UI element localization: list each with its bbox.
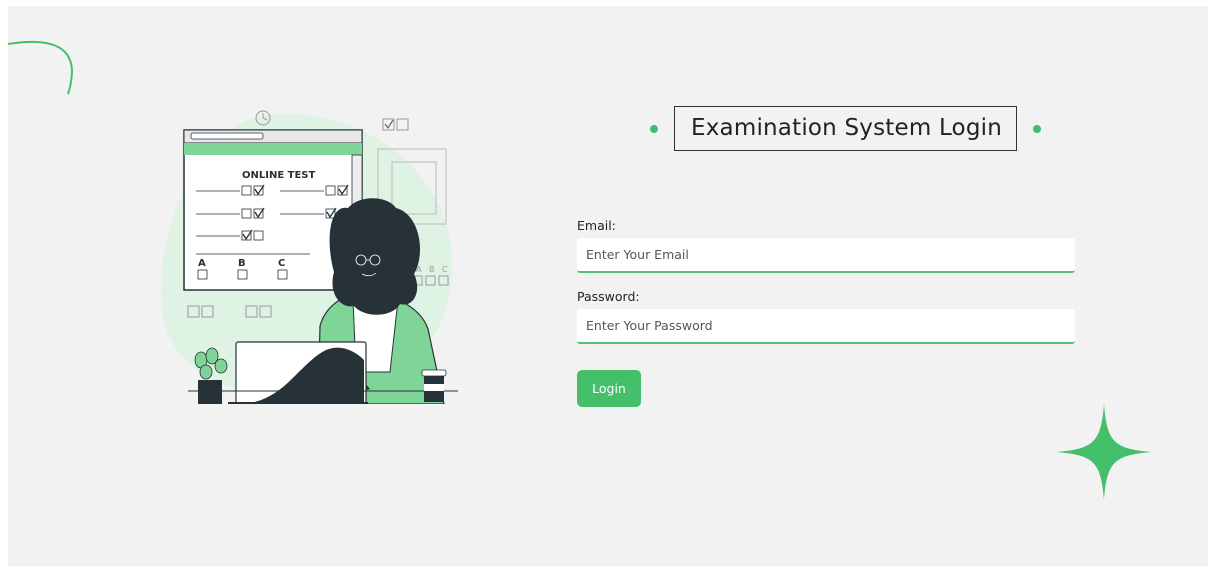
password-field[interactable] — [577, 309, 1075, 344]
svg-text:C: C — [442, 265, 448, 274]
page-title: Examination System Login — [674, 106, 1017, 151]
title-right-dot — [1033, 124, 1041, 133]
svg-text:B: B — [429, 265, 435, 274]
login-page: ABC ONLINE TEST A B C Examination System… — [8, 6, 1208, 566]
choice-b-label: B — [238, 258, 246, 269]
sparkle-icon — [1056, 404, 1152, 500]
title-group: Examination System Login — [650, 106, 1041, 151]
login-button[interactable]: Login — [577, 370, 641, 407]
email-label: Email: — [577, 218, 616, 233]
sheet-title: ONLINE TEST — [242, 170, 315, 181]
choice-c-label: C — [278, 258, 285, 269]
decorative-arc — [8, 40, 74, 95]
choice-a-label: A — [198, 258, 206, 269]
password-label: Password: — [577, 289, 640, 304]
login-form: Email: Password: Login — [577, 218, 1075, 407]
title-left-dot — [650, 124, 658, 133]
online-test-illustration: ABC ONLINE TEST A B C — [160, 110, 458, 404]
email-field[interactable] — [577, 238, 1075, 273]
